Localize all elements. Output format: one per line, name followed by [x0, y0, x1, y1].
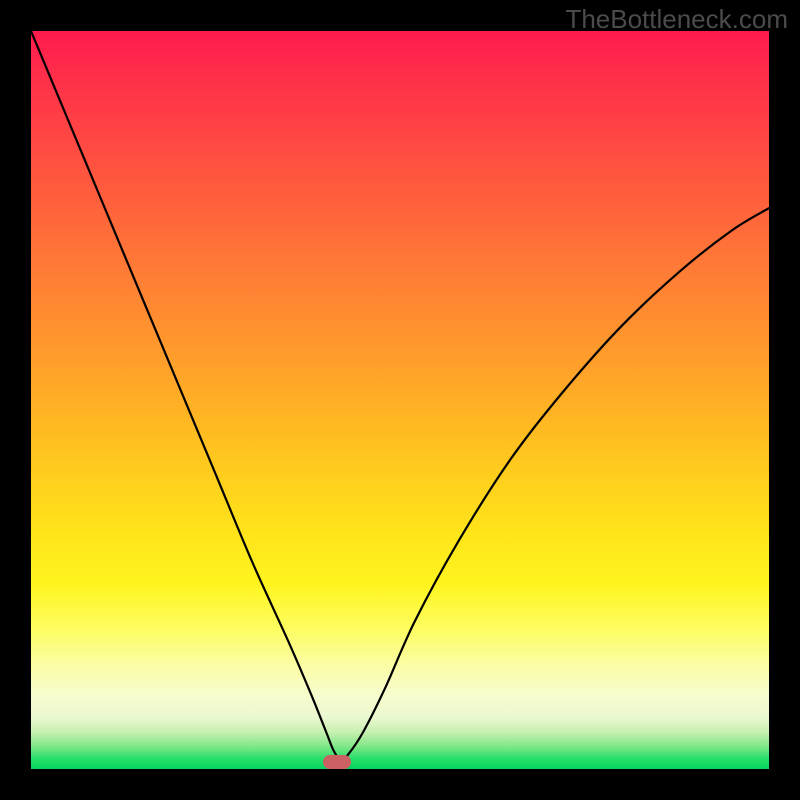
optimum-marker: [323, 755, 351, 769]
plot-area: [31, 31, 769, 769]
bottleneck-curve: [31, 31, 769, 769]
chart-frame: TheBottleneck.com: [0, 0, 800, 800]
